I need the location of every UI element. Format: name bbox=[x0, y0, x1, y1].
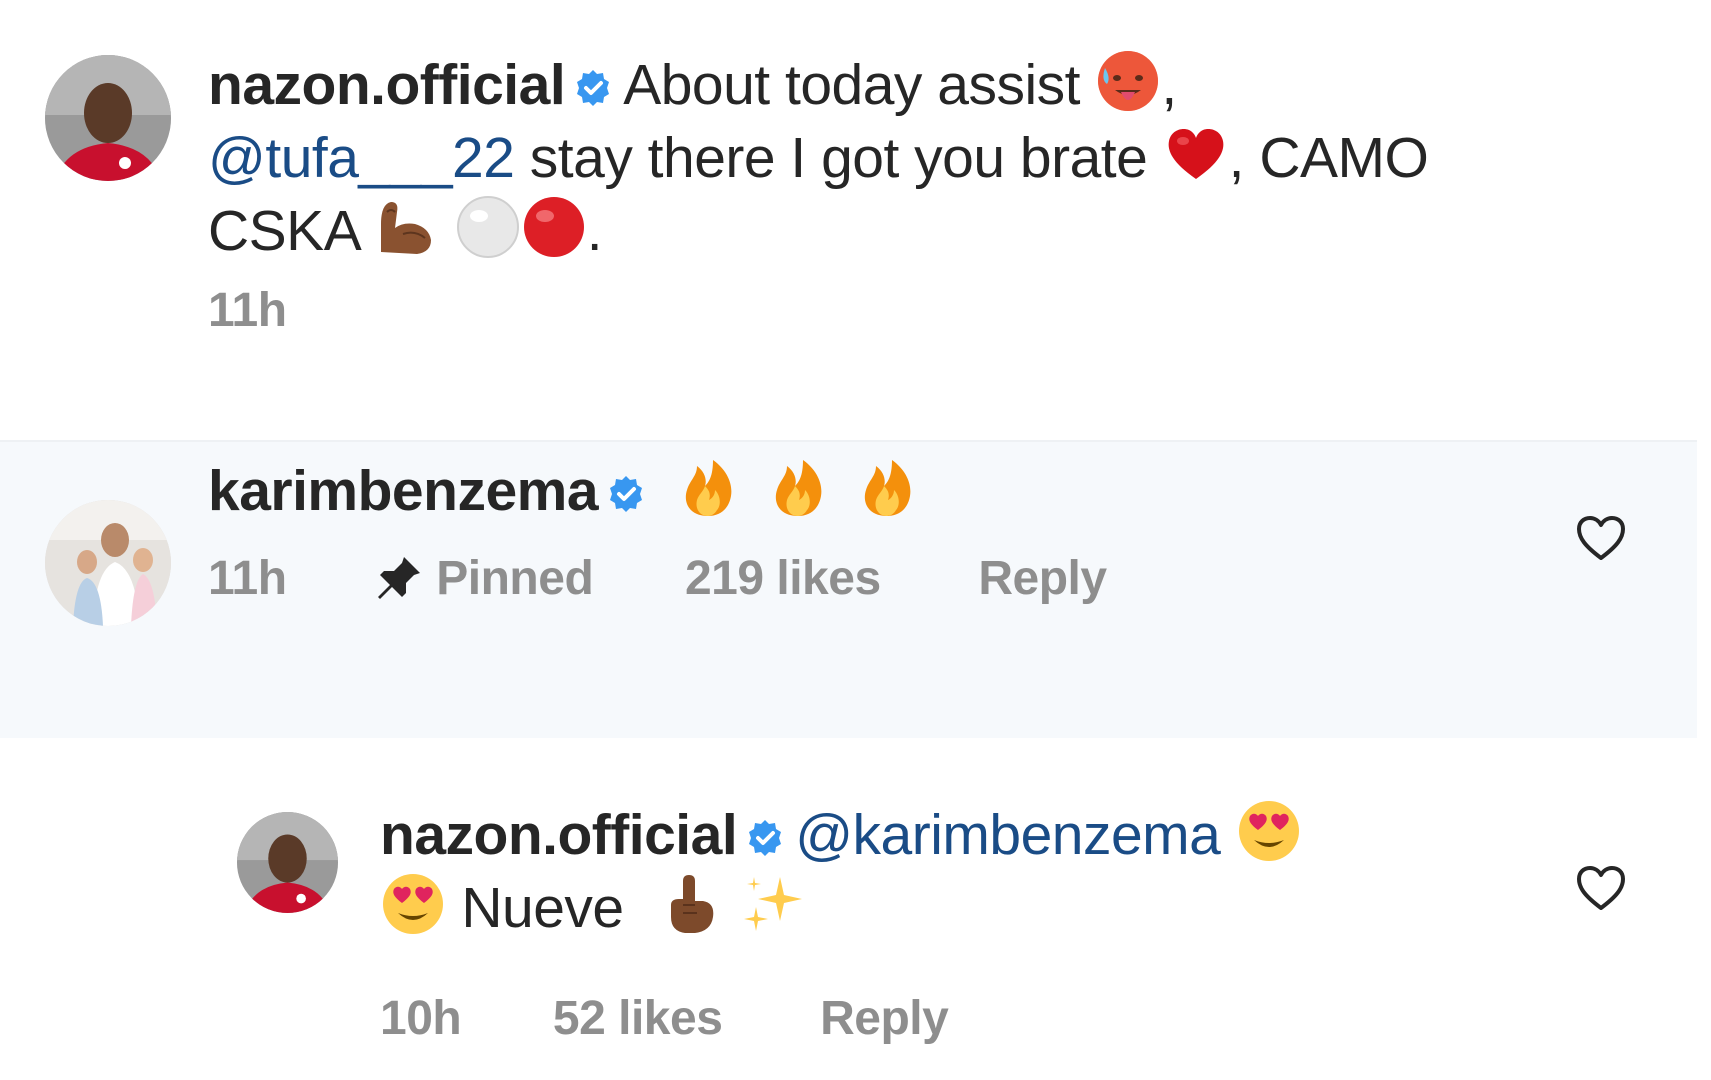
reply-comment-username[interactable]: nazon.official bbox=[380, 803, 738, 867]
white-circle-emoji bbox=[455, 194, 521, 260]
heart-eyes-emoji bbox=[1236, 798, 1302, 864]
post-caption: nazon.official About today assist , @tufa… bbox=[0, 0, 1711, 440]
caption-meta: 11h bbox=[208, 280, 287, 338]
avatar-nazon[interactable] bbox=[45, 55, 171, 181]
pinned-comment-reply-button[interactable]: Reply bbox=[978, 551, 1107, 606]
avatar-karimbenzema[interactable] bbox=[45, 500, 171, 626]
avatar-nazon-reply[interactable] bbox=[237, 812, 338, 913]
verified-badge-icon bbox=[610, 476, 643, 512]
heart-outline-icon[interactable] bbox=[1575, 514, 1627, 562]
reply-comment-likes[interactable]: 52 likes bbox=[553, 991, 723, 1046]
pinned-comment-meta: 11h Pinned 219 likes Reply bbox=[208, 548, 1107, 606]
reply-comment-reply-button[interactable]: Reply bbox=[820, 991, 949, 1046]
sparkles-emoji bbox=[740, 871, 806, 937]
pinned-comment-likes[interactable]: 219 likes bbox=[685, 551, 881, 606]
fire-emoji bbox=[854, 454, 920, 520]
pinned-comment-username[interactable]: karimbenzema bbox=[208, 459, 599, 523]
reply-comment-text: nazon.official @karimbenzema Nueve bbox=[380, 798, 1530, 944]
fire-emoji bbox=[675, 454, 741, 520]
red-circle-emoji bbox=[521, 194, 587, 260]
hot-face-emoji bbox=[1095, 48, 1161, 114]
flexed-biceps-emoji bbox=[373, 194, 439, 260]
caption-period: . bbox=[586, 199, 603, 263]
caption-time: 11h bbox=[208, 283, 287, 337]
caption-username[interactable]: nazon.official bbox=[208, 53, 566, 117]
verified-badge-icon bbox=[749, 820, 782, 856]
reply-comment: nazon.official @karimbenzema Nueve 10h 52… bbox=[0, 736, 1711, 1080]
pin-icon bbox=[378, 557, 421, 600]
caption-text: nazon.official About today assist , @tufa… bbox=[208, 48, 1548, 267]
comments-screen: nazon.official About today assist , @tufa… bbox=[0, 0, 1711, 1080]
reply-comment-time: 10h bbox=[380, 991, 462, 1045]
verified-badge-icon bbox=[577, 70, 610, 106]
index-pointing-up-emoji bbox=[659, 871, 725, 937]
caption-comma: , bbox=[1161, 53, 1177, 117]
reply-comment-mention[interactable]: @karimbenzema bbox=[795, 803, 1221, 867]
pinned-comment-time: 11h bbox=[208, 551, 287, 605]
caption-text-part-2: stay there I got you brate bbox=[514, 126, 1163, 190]
caption-text-part-3: , CAMO bbox=[1228, 126, 1429, 190]
pinned-comment-text: karimbenzema bbox=[208, 454, 920, 527]
reply-comment-meta: 10h 52 likes Reply bbox=[380, 988, 949, 1046]
fire-emoji bbox=[765, 454, 831, 520]
caption-text-part: About today assist bbox=[623, 53, 1080, 117]
pinned-label: Pinned bbox=[436, 551, 594, 605]
heart-outline-icon[interactable] bbox=[1575, 864, 1627, 912]
reply-comment-body: Nueve bbox=[446, 876, 639, 940]
heart-eyes-emoji bbox=[380, 871, 446, 937]
pinned-comment: karimbenzema 11h Pinned 219 likes Reply bbox=[0, 440, 1697, 738]
caption-mention[interactable]: @tufa___22 bbox=[208, 126, 515, 190]
caption-text-part-4: CSKA bbox=[208, 199, 374, 263]
red-heart-emoji bbox=[1163, 121, 1229, 187]
